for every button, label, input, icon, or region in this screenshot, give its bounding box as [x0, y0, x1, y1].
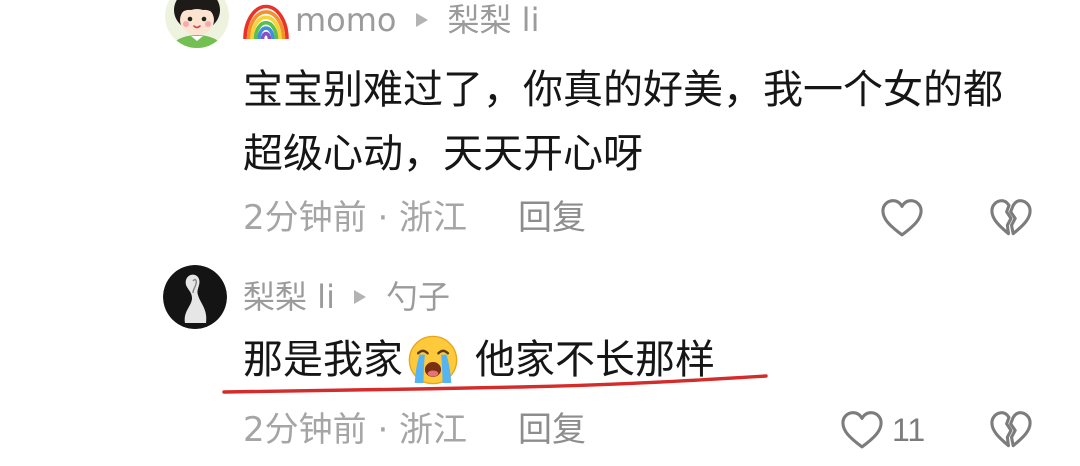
like-count: 11	[892, 412, 926, 448]
comment-thread: momo 梨梨 li 宝宝别难过了，你真的好美，我一个女的都 超级心动，天天开心…	[0, 0, 1080, 466]
username[interactable]: 梨梨 li	[243, 277, 335, 317]
user-avatar[interactable]	[163, 265, 227, 329]
comment-header: 梨梨 li 勺子	[243, 277, 450, 317]
red-underline-annotation	[222, 374, 768, 394]
comment-time-location: 2分钟前 · 浙江	[243, 410, 468, 450]
reply-to-username[interactable]: 勺子	[386, 277, 450, 317]
silhouette-avatar-icon	[163, 265, 227, 329]
reply-arrow-icon	[353, 290, 366, 304]
dislike-button[interactable]	[988, 408, 1034, 452]
heart-outline-icon	[841, 411, 883, 449]
reply-button[interactable]: 回复	[518, 410, 586, 450]
comment-item: 梨梨 li 勺子 那是我家 他家不长那样 2分钟前 · 浙江 回复 11	[0, 0, 1080, 466]
like-button[interactable]	[839, 408, 885, 452]
broken-heart-icon	[990, 411, 1032, 448]
